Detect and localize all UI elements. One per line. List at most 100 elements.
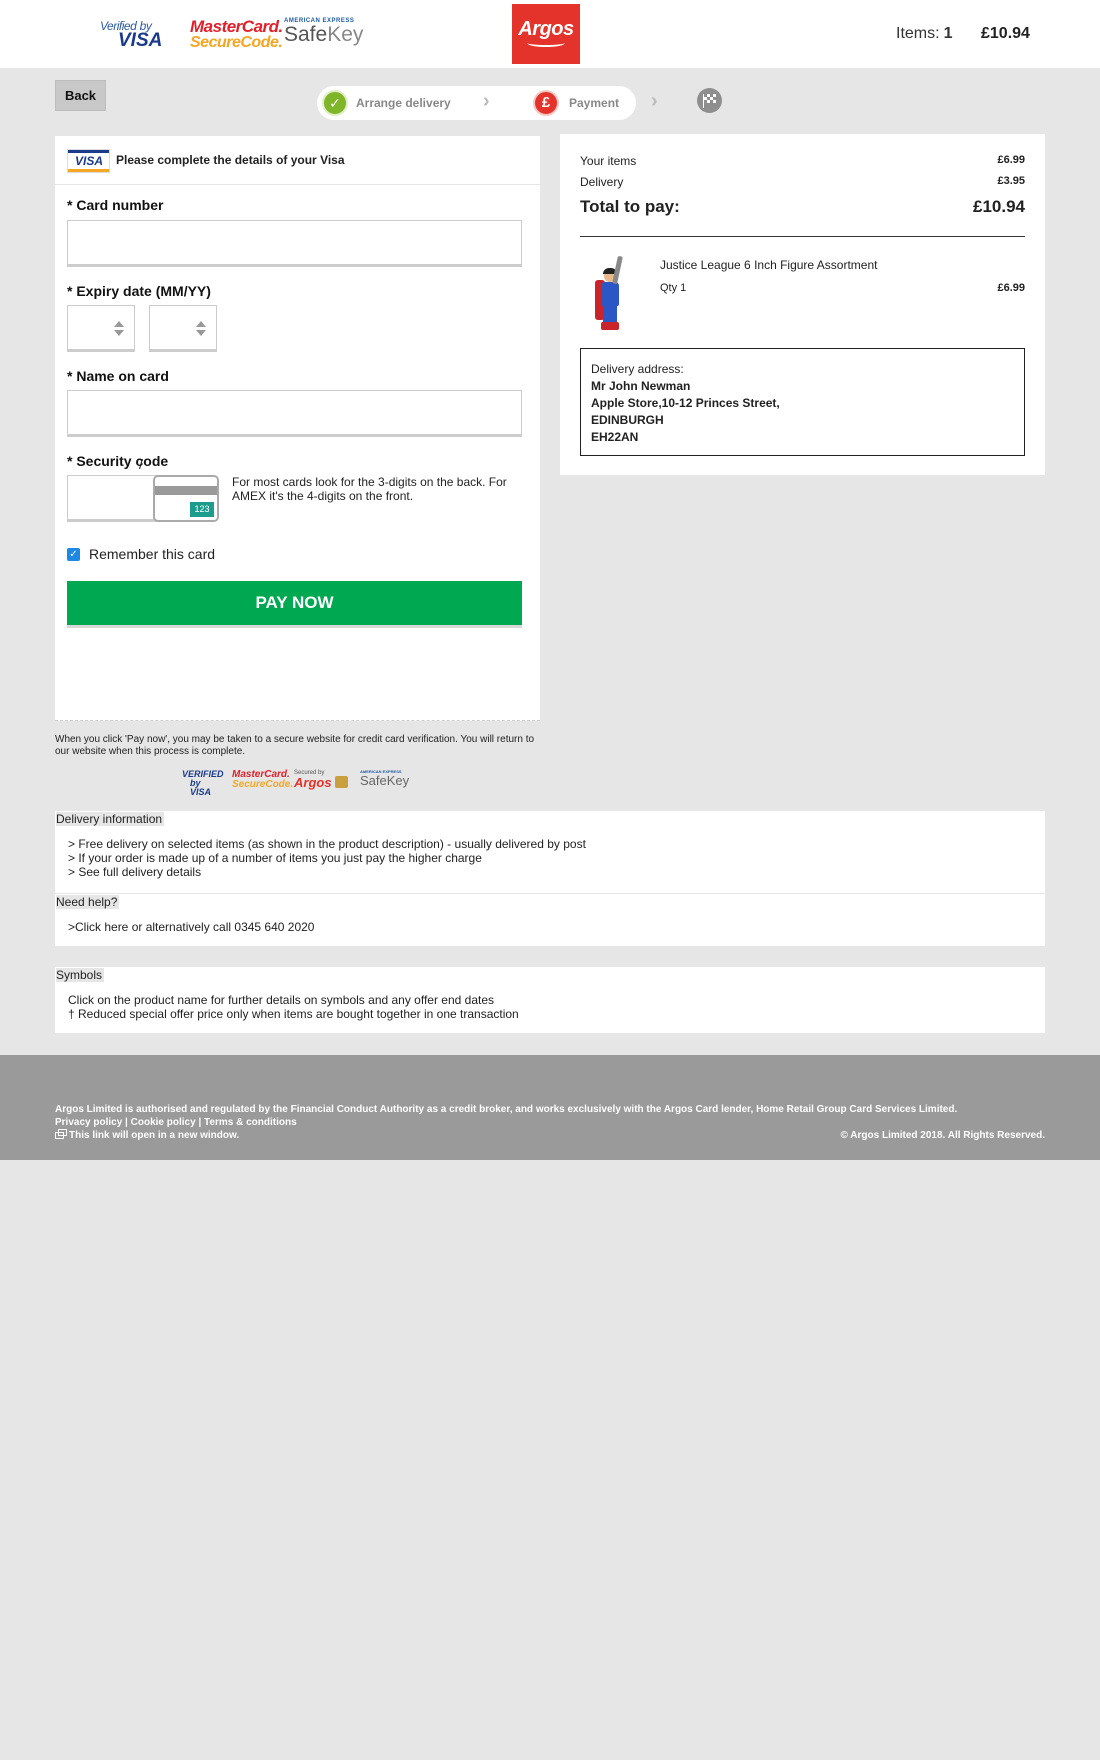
your-items-row: Your items £6.99 (580, 154, 1025, 168)
mastercard-securecode-logo: MasterCard. SecureCode. (190, 18, 283, 51)
address-line: EH22AN (591, 430, 639, 444)
need-help: Need help? >Click here or alternatively … (55, 894, 1045, 946)
footer-links: Privacy policy | Cookie policy | Terms &… (55, 1117, 297, 1128)
sk-small-name: SafeKey (360, 773, 410, 788)
sk-safe: Safe (284, 23, 328, 46)
new-window-text: This link will open in a new window. (69, 1130, 240, 1141)
expiry-year-select[interactable] (149, 305, 217, 352)
mc-small-l2: SecureCode. (232, 779, 294, 790)
cookie-policy-link[interactable]: Cookie policy (131, 1117, 196, 1128)
back-button[interactable]: Back (55, 80, 106, 111)
sk-key: Key (327, 23, 364, 46)
remember-card-label: Remember this card (89, 546, 216, 562)
card-panel-title: Please complete the details of your Visa (116, 153, 345, 167)
cvv-sample: 123 (190, 502, 214, 517)
terms-conditions-link[interactable]: Terms & conditions (204, 1117, 297, 1128)
delivery-label: Delivery (580, 175, 624, 189)
total-row: Total to pay: £10.94 (580, 197, 1025, 217)
basket-items-count: 1 (943, 25, 953, 42)
visa-card-icon: VISA (67, 149, 110, 173)
check-icon: ✓ (322, 90, 348, 116)
delivery-value: £3.95 (997, 175, 1025, 187)
total-value: £10.94 (973, 197, 1025, 216)
symbols-line: Click on the product name for further de… (68, 993, 495, 1007)
card-panel-header: VISA Please complete the details of your… (55, 136, 540, 185)
delivery-info-line: > If your order is made up of a number o… (68, 851, 482, 865)
card-back-cvv-icon: 123 (153, 475, 219, 522)
symbols-heading: Symbols (56, 968, 105, 982)
card-number-label: * Card number (67, 197, 164, 213)
vbv-visa: VISA (118, 30, 163, 51)
expiry-month-select[interactable] (67, 305, 135, 352)
vbv-small-logo: VERIFIED by VISA (182, 770, 224, 797)
link-separator: | (125, 1117, 128, 1128)
order-summary: Your items £6.99 Delivery £3.95 Total to… (560, 134, 1045, 475)
finish-flag-icon (697, 88, 722, 113)
security-code-label: * Security code (67, 453, 169, 469)
delivery-address: Delivery address: Mr John Newman Apple S… (580, 348, 1025, 456)
secured-by-argos-logo: Secured by Argos (294, 770, 332, 789)
spin-down-icon (114, 330, 124, 336)
need-help-heading: Need help? (56, 895, 120, 909)
mc-small-logo: MasterCard. SecureCode. (232, 770, 293, 790)
copyright: © Argos Limited 2018. All Rights Reserve… (840, 1130, 1045, 1141)
delivery-information: Delivery information > Free delivery on … (55, 811, 1045, 893)
product-price: £6.99 (997, 282, 1025, 294)
mc-line2: SecureCode. (190, 34, 283, 51)
spin-up-icon (196, 321, 206, 327)
delivery-address-label: Delivery address: (591, 362, 684, 376)
pay-now-button[interactable]: PAY NOW (67, 581, 522, 628)
delivery-row: Delivery £3.95 (580, 175, 1025, 189)
basket-items-label: Items: (896, 25, 940, 42)
mc-line1: MasterCard. (190, 17, 283, 36)
chevron-right-icon: › (483, 90, 490, 112)
see-delivery-details-link[interactable]: > See full delivery details (68, 865, 201, 879)
padlock-icon (335, 776, 348, 788)
help-link[interactable]: >Click here or alternatively call 0345 6… (68, 920, 314, 934)
secured-argos-text: Argos (294, 775, 332, 790)
argos-logo[interactable]: Argos (512, 4, 580, 64)
card-details-panel: VISA Please complete the details of your… (55, 136, 540, 721)
new-window-icon (55, 1129, 67, 1139)
product-qty: Qty 1 (660, 282, 687, 294)
link-separator: | (198, 1117, 202, 1128)
name-on-card-input[interactable] (67, 390, 522, 437)
regulation-text: Argos Limited is authorised and regulate… (55, 1104, 958, 1115)
address-line: EDINBURGH (591, 413, 664, 427)
checkout-progress: ✓ Arrange delivery £ Payment (317, 86, 636, 120)
product-name[interactable]: Justice League 6 Inch Figure Assortment (660, 258, 877, 272)
total-label: Total to pay: (580, 197, 680, 216)
site-footer: Argos Limited is authorised and regulate… (0, 1055, 1100, 1160)
chevron-right-icon: › (651, 90, 658, 112)
remember-card-checkbox[interactable]: ✓ (67, 548, 80, 561)
step-payment: Payment (569, 96, 620, 110)
visa-card-brand: VISA (75, 154, 104, 168)
product-image[interactable] (587, 255, 633, 332)
vbv-small-l2: by VISA (190, 778, 212, 797)
symbols-info: Symbols Click on the product name for fu… (55, 967, 1045, 1033)
verified-by-visa-logo: Verified by VISA (100, 18, 162, 50)
delivery-information-heading: Delivery information (56, 812, 165, 826)
name-on-card-label: * Name on card (67, 368, 169, 384)
site-header: Verified by VISA MasterCard. SecureCode.… (0, 0, 1100, 68)
security-code-help: For most cards look for the 3-digits on … (232, 475, 507, 503)
address-line: Mr John Newman (591, 379, 691, 393)
your-items-value: £6.99 (997, 154, 1025, 166)
pound-icon: £ (533, 90, 559, 116)
spin-up-icon (114, 321, 124, 327)
delivery-info-line: > Free delivery on selected items (as sh… (68, 837, 586, 851)
card-number-input[interactable] (67, 220, 522, 267)
expiry-date-label: * Expiry date (MM/YY) (67, 283, 211, 299)
summary-divider (580, 236, 1025, 237)
address-line: Apple Store,10-12 Princes Street, (591, 396, 780, 410)
safekey-small-logo: AMERICAN EXPRESS SafeKey (360, 770, 410, 788)
step-arrange-delivery[interactable]: Arrange delivery (356, 96, 451, 110)
secure-verification-note: When you click 'Pay now', you may be tak… (55, 734, 535, 757)
your-items-label: Your items (580, 154, 637, 168)
vbv-small-l1: VERIFIED (182, 769, 224, 779)
basket-items: Items: 1 (896, 25, 952, 43)
new-window-note: This link will open in a new window. (55, 1129, 240, 1141)
argos-logo-text: Argos (518, 18, 574, 40)
privacy-policy-link[interactable]: Privacy policy (55, 1117, 122, 1128)
basket-total: £10.94 (981, 25, 1030, 42)
